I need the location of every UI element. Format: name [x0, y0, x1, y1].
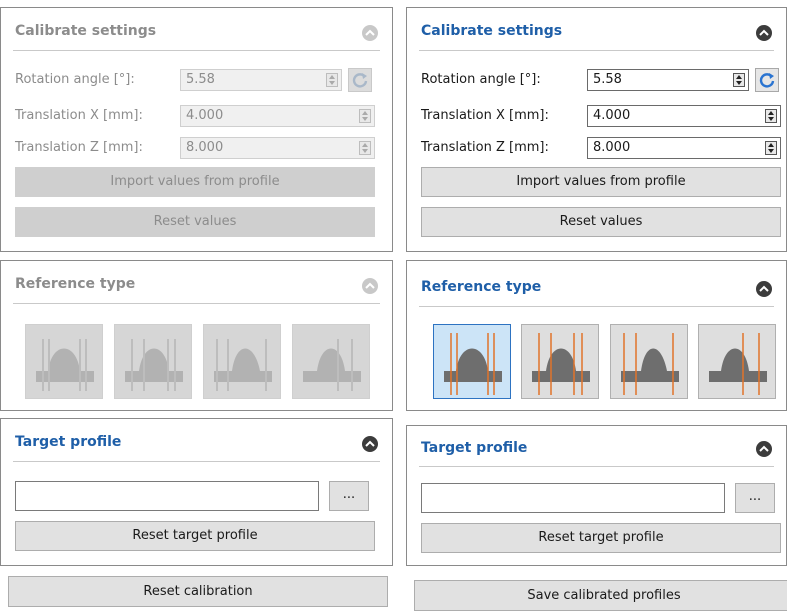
- reference-single-lines-icon: [532, 333, 590, 395]
- panel-divider: [419, 306, 774, 307]
- refresh-icon: [759, 73, 775, 88]
- spin-arrows-icon[interactable]: [326, 73, 338, 87]
- reference-type-option-3[interactable]: [203, 324, 281, 399]
- panel-divider: [419, 50, 774, 51]
- target-profile-input[interactable]: [15, 481, 319, 511]
- translation-z-spinbox[interactable]: 8.000: [180, 137, 375, 159]
- reference-type-panel: Reference type: [0, 260, 393, 411]
- spin-arrows-icon[interactable]: [765, 109, 777, 123]
- translation-x-value: 4.000: [593, 108, 631, 123]
- panel-divider: [13, 461, 380, 462]
- reference-type-option-2[interactable]: [521, 324, 599, 399]
- reset-values-button[interactable]: Reset values: [15, 207, 375, 237]
- target-profile-title: Target profile: [15, 434, 122, 450]
- spin-arrows-icon[interactable]: [359, 109, 371, 123]
- spin-arrows-icon[interactable]: [765, 141, 777, 155]
- collapse-icon[interactable]: [362, 436, 378, 452]
- translation-x-label: Translation X [mm]:: [15, 108, 143, 123]
- reference-type-option-4[interactable]: [698, 324, 776, 399]
- calibrate-settings-title: Calibrate settings: [15, 23, 157, 39]
- reference-type-title: Reference type: [421, 279, 542, 295]
- import-values-button[interactable]: Import values from profile: [421, 167, 781, 197]
- refresh-rotation-button[interactable]: [755, 68, 779, 92]
- reference-type-option-1[interactable]: [25, 324, 103, 399]
- reference-right-lines-icon: [303, 339, 361, 391]
- collapse-icon[interactable]: [756, 441, 772, 457]
- save-calibrated-profiles-button[interactable]: Save calibrated profiles: [414, 580, 787, 611]
- translation-z-value: 8.000: [186, 140, 224, 155]
- browse-button[interactable]: ...: [329, 481, 369, 511]
- spin-arrows-icon[interactable]: [359, 141, 371, 155]
- panel-divider: [13, 303, 380, 304]
- panel-divider: [419, 466, 774, 467]
- reset-values-button[interactable]: Reset values: [421, 207, 781, 237]
- refresh-rotation-button[interactable]: [348, 68, 372, 92]
- reference-type-option-3[interactable]: [610, 324, 688, 399]
- translation-z-label: Translation Z [mm]:: [421, 140, 549, 155]
- rotation-angle-label: Rotation angle [°]:: [421, 72, 541, 87]
- refresh-icon: [352, 73, 368, 88]
- rotation-angle-label: Rotation angle [°]:: [15, 72, 135, 87]
- target-profile-title: Target profile: [421, 440, 528, 456]
- reference-both-sides-icon: [444, 333, 502, 395]
- browse-button[interactable]: ...: [735, 483, 775, 513]
- calibrate-settings-panel: Calibrate settings Rotation angle [°]: 5…: [406, 7, 787, 252]
- reset-target-profile-button[interactable]: Reset target profile: [15, 521, 375, 551]
- reference-outer-lines-icon: [621, 333, 679, 395]
- translation-x-value: 4.000: [186, 108, 224, 123]
- panel-divider: [13, 50, 380, 51]
- translation-x-label: Translation X [mm]:: [421, 108, 549, 123]
- reference-type-title: Reference type: [15, 276, 136, 292]
- rotation-angle-spinbox[interactable]: 5.58: [180, 69, 342, 91]
- calibrate-settings-panel: Calibrate settings Rotation angle [°]: 5…: [0, 7, 393, 252]
- collapse-icon[interactable]: [756, 25, 772, 41]
- import-values-button[interactable]: Import values from profile: [15, 167, 375, 197]
- rotation-angle-value: 5.58: [186, 72, 215, 87]
- reference-type-option-2[interactable]: [114, 324, 192, 399]
- translation-x-spinbox[interactable]: 4.000: [587, 105, 781, 127]
- reference-type-option-4[interactable]: [292, 324, 370, 399]
- rotation-angle-spinbox[interactable]: 5.58: [587, 69, 749, 91]
- collapse-icon[interactable]: [362, 25, 378, 41]
- spin-arrows-icon[interactable]: [733, 73, 745, 87]
- target-profile-input[interactable]: [421, 483, 725, 513]
- reference-type-panel: Reference type: [406, 260, 787, 411]
- collapse-icon[interactable]: [362, 278, 378, 294]
- collapse-icon[interactable]: [756, 281, 772, 297]
- translation-z-spinbox[interactable]: 8.000: [587, 137, 781, 159]
- reset-calibration-button[interactable]: Reset calibration: [8, 576, 388, 607]
- translation-x-spinbox[interactable]: 4.000: [180, 105, 375, 127]
- reference-type-option-1[interactable]: [433, 324, 511, 399]
- translation-z-value: 8.000: [593, 140, 631, 155]
- reset-target-profile-button[interactable]: Reset target profile: [421, 523, 781, 553]
- translation-z-label: Translation Z [mm]:: [15, 140, 143, 155]
- reference-outer-lines-icon: [214, 339, 272, 391]
- target-profile-panel: Target profile ... Reset target profile: [0, 418, 393, 566]
- target-profile-panel: Target profile ... Reset target profile: [406, 425, 787, 566]
- rotation-angle-value: 5.58: [593, 72, 622, 87]
- reference-right-lines-icon: [709, 333, 767, 395]
- calibrate-settings-title: Calibrate settings: [421, 23, 563, 39]
- reference-single-lines-icon: [125, 339, 183, 391]
- reference-both-sides-icon: [36, 339, 94, 391]
